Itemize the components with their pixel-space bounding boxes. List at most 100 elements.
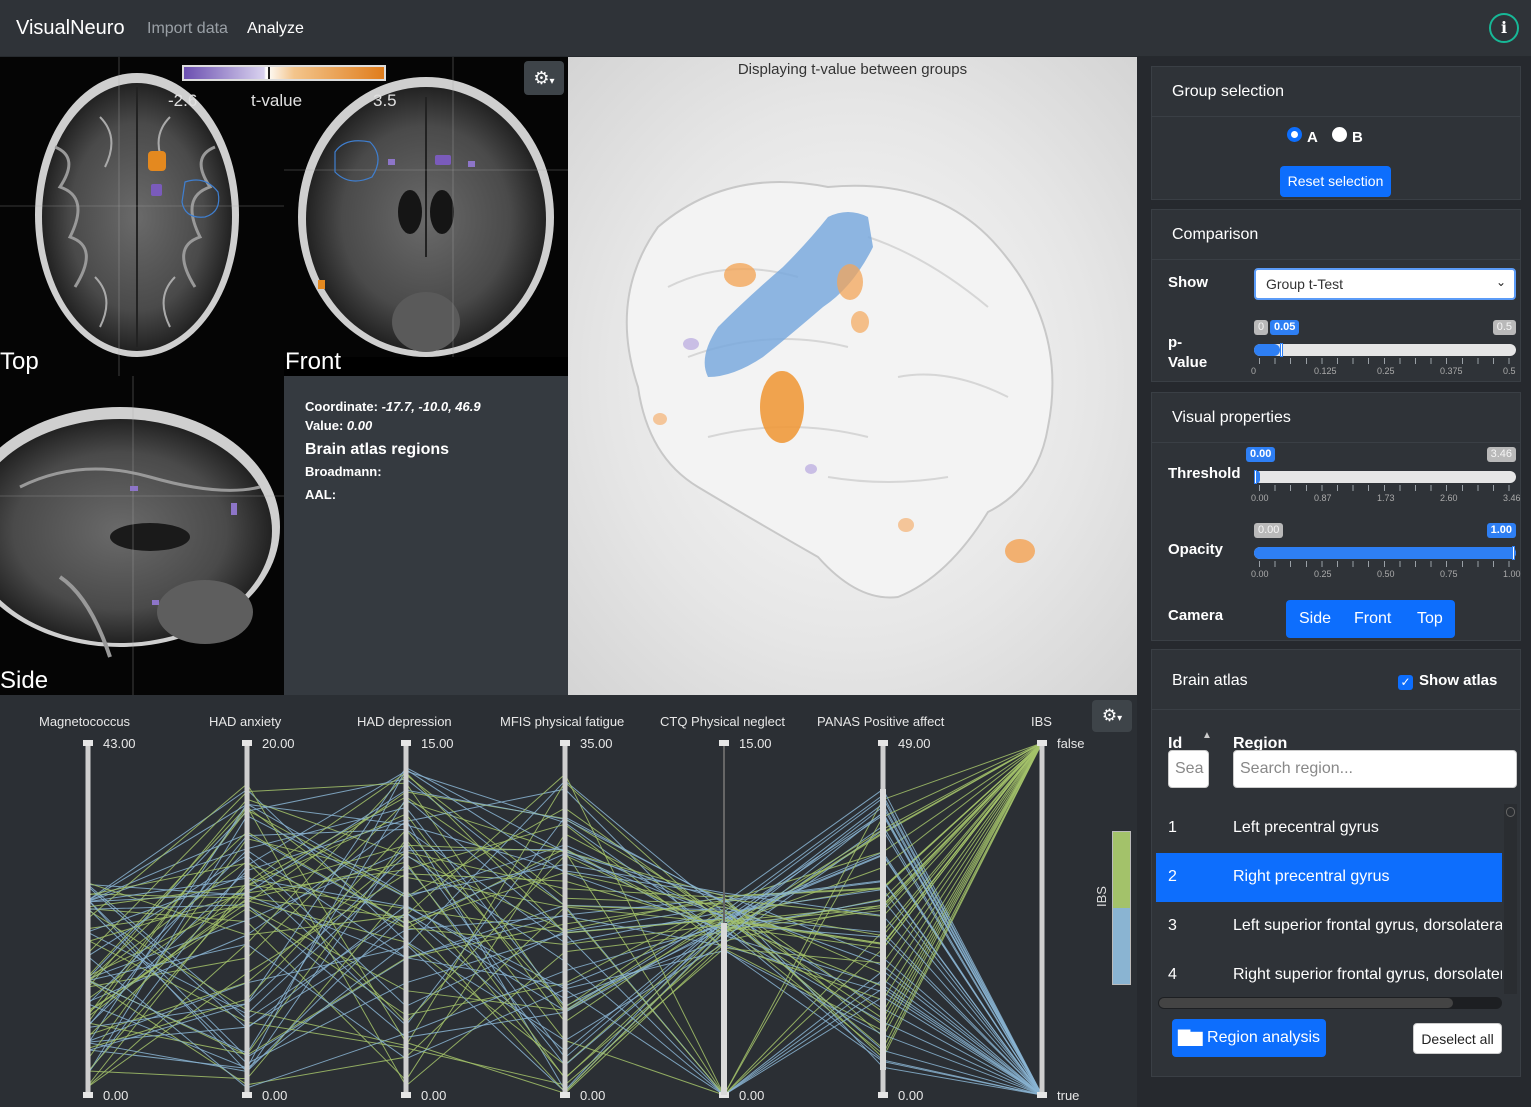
threshold-max-bubble: 3.46: [1486, 447, 1516, 462]
region-search-input[interactable]: Search region...: [1233, 750, 1517, 788]
brain-3d-view[interactable]: Displaying t-value between groups: [568, 57, 1137, 695]
slider-handle[interactable]: [1512, 546, 1515, 560]
pc-axis-handle[interactable]: [560, 740, 570, 746]
atlas-regions-title: Brain atlas regions: [305, 441, 450, 458]
scrollbar-thumb[interactable]: [1506, 807, 1515, 817]
side-slice[interactable]: [0, 376, 284, 695]
pc-axis-handle[interactable]: [878, 740, 888, 746]
pc-axis-handle[interactable]: [83, 1092, 93, 1098]
pc-axis-handle[interactable]: [560, 1092, 570, 1098]
pc-axis[interactable]: [85, 743, 91, 1095]
slider-track[interactable]: [1254, 344, 1516, 356]
pc-axis-max: 43.00: [103, 736, 136, 751]
id-search-input[interactable]: Sea: [1168, 750, 1209, 788]
colorbar-max: 3.5: [373, 91, 397, 110]
pc-axis-min: 0.00: [580, 1088, 606, 1103]
pc-axis[interactable]: [1039, 743, 1045, 1095]
show-select[interactable]: Group t-Test ⌄: [1254, 268, 1516, 300]
deselect-all-button[interactable]: Deselect all: [1413, 1023, 1502, 1054]
pc-axis-handle[interactable]: [242, 740, 252, 746]
top-slice[interactable]: [0, 57, 284, 376]
radio-group-a-label: A: [1307, 129, 1318, 146]
pc-axis-handle[interactable]: [401, 740, 411, 746]
pc-axis-handle[interactable]: [719, 740, 729, 746]
show-label: Show: [1168, 274, 1208, 291]
slider-tick-label: 0.00: [1251, 569, 1269, 579]
colorbar: [182, 65, 386, 81]
show-atlas-checkbox[interactable]: ✓: [1398, 675, 1413, 690]
atlas-row-region: Right precentral gyrus: [1233, 868, 1390, 885]
pc-axis-name[interactable]: MFIS physical fatigue: [500, 714, 624, 729]
sidebar: Group selection A B Reset selection Comp…: [1137, 57, 1531, 1107]
pc-axis-min: 0.00: [421, 1088, 447, 1103]
value-label: Value:: [305, 418, 344, 433]
atlas-row-id: 1: [1168, 819, 1177, 836]
slider-ticks: [1259, 561, 1511, 567]
pc-axis-name[interactable]: HAD anxiety: [209, 714, 281, 729]
pc-axis-handle[interactable]: [401, 1092, 411, 1098]
camera-front-button[interactable]: Front: [1354, 610, 1391, 628]
slider-handle[interactable]: [1254, 470, 1257, 484]
parallel-coordinates-plot[interactable]: [0, 695, 1137, 1107]
atlas-row[interactable]: 2 Right precentral gyrus: [1156, 853, 1502, 902]
sort-asc-icon[interactable]: ▲: [1202, 730, 1212, 741]
pc-axis-name[interactable]: PANAS Positive affect: [817, 714, 944, 729]
slider-tick-label: 3.46: [1503, 493, 1521, 503]
slider-handle[interactable]: [1279, 343, 1283, 357]
pc-axis-handle[interactable]: [242, 1092, 252, 1098]
atlas-row[interactable]: 1 Left precentral gyrus: [1156, 804, 1502, 853]
broadmann-label: Broadmann:: [305, 464, 382, 479]
opacity-label: Opacity: [1168, 541, 1224, 558]
gear-icon: ⚙: [1101, 706, 1118, 725]
radio-group-a[interactable]: [1287, 127, 1302, 142]
pc-axis-max: 15.00: [739, 736, 772, 751]
pc-axis-name[interactable]: IBS: [1031, 714, 1052, 729]
pc-settings-button[interactable]: ⚙▾: [1092, 700, 1132, 732]
pc-axis[interactable]: [562, 743, 568, 1095]
chevron-down-icon: ⌄: [1495, 275, 1506, 289]
slider-track[interactable]: [1254, 471, 1516, 483]
pc-axis[interactable]: [403, 743, 409, 1095]
caret-down-icon: ▾: [549, 76, 555, 87]
pc-axis-handle[interactable]: [878, 1092, 888, 1098]
navbar: VisualNeuro Import data Analyze i: [0, 0, 1531, 57]
slider-ticks: [1259, 358, 1511, 364]
slider-tick-label: 0.375: [1440, 366, 1463, 376]
pvalue-min-bubble: 0: [1254, 320, 1269, 335]
nav-import-data[interactable]: Import data: [147, 20, 228, 38]
atlas-row[interactable]: 4 Right superior frontal gyrus, dorsolate…: [1156, 951, 1502, 1000]
slice-settings-button[interactable]: ⚙▾: [524, 61, 564, 95]
camera-side-button[interactable]: Side: [1299, 610, 1331, 628]
atlas-row[interactable]: 3 Left superior frontal gyrus, dorsolater…: [1156, 902, 1502, 951]
slider-ticks: [1259, 485, 1511, 491]
threshold-value-bubble: 0.00: [1246, 447, 1276, 462]
pc-axis[interactable]: [244, 743, 250, 1095]
pc-axis-name[interactable]: CTQ Physical neglect: [660, 714, 785, 729]
front-slice[interactable]: [284, 57, 568, 357]
pc-axis-handle[interactable]: [1037, 740, 1047, 746]
brand-logo[interactable]: VisualNeuro: [16, 17, 125, 40]
pc-brush[interactable]: [721, 923, 727, 1095]
radio-group-b-label: B: [1352, 129, 1363, 146]
horizontal-scrollbar[interactable]: [1158, 997, 1502, 1009]
h-scrollbar-thumb[interactable]: [1159, 998, 1453, 1008]
pc-axis-handle[interactable]: [1037, 1092, 1047, 1098]
slider-tick-label: 0.25: [1377, 366, 1395, 376]
pc-axis-min: 0.00: [739, 1088, 765, 1103]
slider-track[interactable]: [1254, 547, 1516, 559]
region-analysis-button[interactable]: ▇▆ Region analysis: [1172, 1019, 1326, 1057]
pc-brush[interactable]: [880, 789, 886, 1070]
vertical-scrollbar[interactable]: [1504, 804, 1517, 994]
coordinate-value: -17.7, -10.0, 46.9: [381, 399, 481, 414]
pc-axis-name[interactable]: Magnetococcus: [39, 714, 130, 729]
pc-axis-name[interactable]: HAD depression: [357, 714, 452, 729]
comparison-card: Comparison Show Group t-Test ⌄ p- Value 0…: [1151, 209, 1521, 382]
slider-tick-label: 1.73: [1377, 493, 1395, 503]
pc-axis-handle[interactable]: [83, 740, 93, 746]
info-icon[interactable]: i: [1489, 13, 1519, 43]
reset-selection-button[interactable]: Reset selection: [1280, 166, 1391, 197]
radio-group-b[interactable]: [1332, 127, 1347, 142]
pvalue-label-2: Value: [1168, 354, 1208, 371]
camera-top-button[interactable]: Top: [1417, 610, 1443, 628]
nav-analyze[interactable]: Analyze: [247, 20, 304, 38]
